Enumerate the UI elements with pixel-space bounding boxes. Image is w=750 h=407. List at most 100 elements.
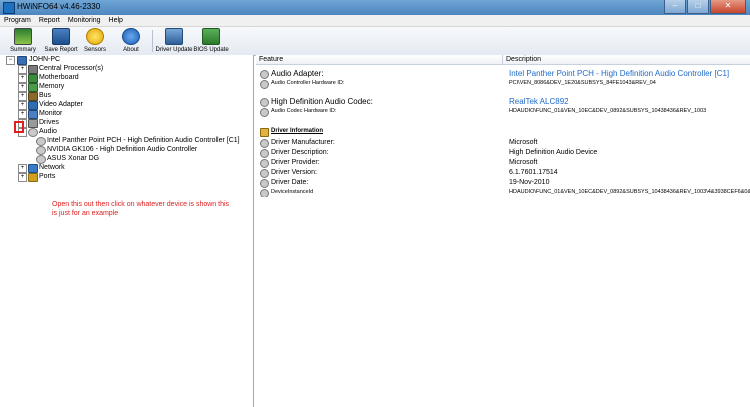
bios-update-label: BIOS Update xyxy=(193,47,229,53)
detail-row: Driver Date: 19-Nov-2010 xyxy=(260,178,750,188)
description-column-header[interactable]: Description xyxy=(503,55,750,65)
monitor-summary-icon xyxy=(14,28,32,45)
memory-icon xyxy=(28,83,38,92)
audio-icon xyxy=(260,179,269,188)
tree-item-label: Intel Panther Point PCH - High Definitio… xyxy=(47,137,240,144)
detail-feature: Driver Date: xyxy=(271,179,309,186)
collapse-toggle[interactable]: − xyxy=(6,56,15,65)
tree-item-bus[interactable]: + Bus xyxy=(18,92,248,101)
audio-device-icon xyxy=(36,155,46,164)
audio-icon xyxy=(260,149,269,158)
detail-feature: Driver Manufacturer: xyxy=(271,139,335,146)
expand-toggle[interactable]: + xyxy=(18,164,27,173)
sensors-label: Sensors xyxy=(83,47,106,53)
tree-item-label: Central Processor(s) xyxy=(39,65,104,72)
menu-report[interactable]: Report xyxy=(35,15,64,26)
tree-root[interactable]: − JOHN-PC xyxy=(6,56,246,65)
save-report-icon xyxy=(52,28,70,45)
tree-item-drives[interactable]: + Drives xyxy=(18,119,248,128)
detail-description: Intel Panther Point PCH - High Definitio… xyxy=(509,69,730,78)
highlight-box xyxy=(14,121,24,133)
expand-toggle[interactable]: + xyxy=(18,83,27,92)
audio-icon xyxy=(260,159,269,168)
toolbar-separator xyxy=(152,30,153,52)
audio-icon xyxy=(260,98,269,107)
audio-icon xyxy=(28,128,38,137)
detail-feature: DeviceInstanceId xyxy=(271,189,314,195)
tree-item-motherboard[interactable]: + Motherboard xyxy=(18,74,248,83)
details-pane: Feature Description Audio Adapter: Intel… xyxy=(256,55,750,407)
detail-description: Microsoft xyxy=(509,159,538,166)
about-label: About xyxy=(123,47,139,53)
detail-description: PCI\VEN_8086&DEV_1E20&SUBSYS_84FE1043&RE… xyxy=(509,80,656,86)
close-button[interactable]: ✕ xyxy=(710,0,746,14)
video-adapter-icon xyxy=(28,101,38,110)
feature-column-header[interactable]: Feature xyxy=(256,55,503,65)
minimize-button[interactable]: – xyxy=(664,0,686,14)
driver-update-button[interactable]: Driver Update xyxy=(155,28,193,54)
detail-row: Driver Version: 6.1.7601.17514 xyxy=(260,168,750,178)
sensors-icon xyxy=(86,28,104,45)
detail-row: Driver Description: High Definition Audi… xyxy=(260,148,750,158)
tree-item-video-adapter[interactable]: + Video Adapter xyxy=(18,101,248,110)
detail-description: HDAUDIO\FUNC_01&VEN_10EC&DEV_0892&SUBSYS… xyxy=(509,189,750,195)
detail-feature: Driver Description: xyxy=(271,149,329,156)
annotation-note: Open this out then click on whatever dev… xyxy=(52,201,230,217)
summary-button[interactable]: Summary xyxy=(4,28,42,54)
audio-device-icon xyxy=(36,146,46,155)
expand-toggle[interactable]: + xyxy=(18,74,27,83)
tree-item-network[interactable]: + Network xyxy=(18,164,248,173)
save-report-button[interactable]: Save Report xyxy=(42,28,80,54)
detail-feature: Audio Codec Hardware ID: xyxy=(271,108,337,114)
bios-update-button[interactable]: BIOS Update xyxy=(192,28,230,54)
detail-row: Audio Adapter: Intel Panther Point PCH -… xyxy=(260,69,750,79)
tree-item-audio-device[interactable]: Intel Panther Point PCH - High Definitio… xyxy=(36,137,251,146)
tree-item-cpu[interactable]: + Central Processor(s) xyxy=(18,65,248,74)
tree-item-label: Monitor xyxy=(39,110,63,117)
device-tree-pane: − JOHN-PC + Central Processor(s) + Mothe… xyxy=(0,55,254,407)
ports-icon xyxy=(28,173,38,182)
sensors-button[interactable]: Sensors xyxy=(76,28,114,54)
tree-item-label: Ports xyxy=(39,173,56,180)
tree-item-label: Bus xyxy=(39,92,52,99)
audio-icon xyxy=(260,169,269,178)
computer-icon xyxy=(17,56,27,65)
expand-toggle[interactable]: + xyxy=(18,101,27,110)
tree-item-audio-device[interactable]: ASUS Xonar DG xyxy=(36,155,251,164)
tree-root-label: JOHN-PC xyxy=(29,56,61,63)
expand-toggle[interactable]: + xyxy=(18,173,27,182)
app-icon xyxy=(3,2,15,14)
tree-item-label: Network xyxy=(39,164,65,171)
menu-help[interactable]: Help xyxy=(105,15,127,26)
expand-toggle[interactable]: + xyxy=(18,65,27,74)
detail-description: 19-Nov-2010 xyxy=(509,179,550,186)
menu-monitoring[interactable]: Monitoring xyxy=(64,15,105,26)
tree-item-monitor[interactable]: + Monitor xyxy=(18,110,248,119)
maximize-button[interactable]: □ xyxy=(687,0,709,14)
expand-toggle[interactable]: + xyxy=(18,110,27,119)
detail-feature: Driver Provider: xyxy=(271,159,320,166)
tree-item-label: Drives xyxy=(39,119,59,126)
detail-description: RealTek ALC892 xyxy=(509,97,569,106)
monitor-icon xyxy=(28,110,38,119)
bus-icon xyxy=(28,92,38,101)
tree-item-audio-device[interactable]: NVIDIA GK106 - High Definition Audio Con… xyxy=(36,146,251,155)
detail-row: Driver Provider: Microsoft xyxy=(260,158,750,168)
audio-icon xyxy=(260,70,269,79)
about-button[interactable]: About xyxy=(112,28,150,54)
menu-program[interactable]: Program xyxy=(0,15,35,26)
detail-row: Driver Manufacturer: Microsoft xyxy=(260,138,750,148)
audio-icon xyxy=(260,80,269,89)
tree-item-memory[interactable]: + Memory xyxy=(18,83,248,92)
tree-item-ports[interactable]: + Ports xyxy=(18,173,248,182)
tree-item-label: Memory xyxy=(39,83,65,90)
bios-update-icon xyxy=(202,28,220,45)
save-report-label: Save Report xyxy=(44,47,78,53)
expand-toggle[interactable]: + xyxy=(18,92,27,101)
tree-item-label: Audio xyxy=(39,128,57,135)
driver-update-label: Driver Update xyxy=(155,47,193,53)
cpu-icon xyxy=(28,65,38,74)
detail-section-title: Driver Information xyxy=(271,128,324,134)
tree-item-audio[interactable]: − Audio xyxy=(18,128,248,137)
tree-item-label: Video Adapter xyxy=(39,101,83,108)
